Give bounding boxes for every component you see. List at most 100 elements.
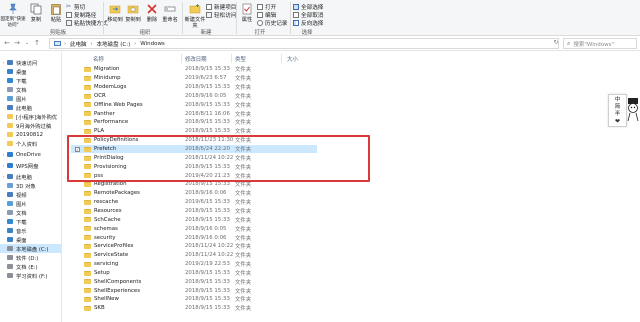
- address-box[interactable]: › 此电脑 › 本地磁盘 (C:) › Windows: [49, 38, 559, 49]
- file-row[interactable]: SchCache 2018/9/15 15:33 文件夹: [71, 215, 317, 224]
- file-row[interactable]: PolicyDefinitions 2018/11/23 11:30 文件夹: [71, 136, 317, 145]
- column-header-type[interactable]: 类型: [235, 54, 246, 63]
- chevron-right-icon[interactable]: ›: [1, 60, 6, 65]
- nav-item[interactable]: › WPS网盘: [0, 161, 61, 170]
- nav-item[interactable]: 文档 (E:): [0, 262, 61, 271]
- column-separator[interactable]: [281, 54, 282, 63]
- file-row[interactable]: ModemLogs 2018/9/15 15:33 文件夹: [71, 83, 317, 92]
- file-type: 文件夹: [235, 297, 252, 304]
- file-row[interactable]: ✓ Prefetch 2018/6/24 22:20 文件夹: [71, 144, 317, 154]
- column-header-size[interactable]: 大小: [287, 54, 298, 63]
- file-row[interactable]: rescache 2019/6/15 15:33 文件夹: [71, 198, 317, 207]
- file-row[interactable]: Registration 2018/9/15 15:33 文件夹: [71, 180, 317, 189]
- file-row[interactable]: pss 2019/4/20 21:23 文件夹: [71, 171, 317, 180]
- file-row[interactable]: Provisioning 2018/9/15 15:33 文件夹: [71, 162, 317, 171]
- file-row[interactable]: security 2018/9/16 0:06 文件夹: [71, 233, 317, 242]
- file-row[interactable]: SKB 2018/9/15 15:33 文件夹: [71, 304, 317, 313]
- invert-selection-icon: [293, 20, 299, 26]
- nav-item[interactable]: › 快速访问: [0, 58, 61, 67]
- column-header-date[interactable]: 修改日期: [185, 54, 207, 63]
- select-none-button[interactable]: 全部取消: [293, 11, 323, 19]
- file-row[interactable]: Resources 2018/9/15 15:33 文件夹: [71, 207, 317, 216]
- file-row[interactable]: RemotePackages 2018/9/16 0:06 文件夹: [71, 189, 317, 198]
- open-button[interactable]: 打开: [257, 3, 276, 11]
- copy-path-button[interactable]: 复制路径: [66, 11, 96, 19]
- nav-item[interactable]: 个人资料: [0, 139, 61, 148]
- file-row[interactable]: Offline Web Pages 2018/9/15 15:33 文件夹: [71, 100, 317, 109]
- file-row[interactable]: servicing 2019/2/19 22:53 文件夹: [71, 260, 317, 269]
- recent-locations-button[interactable]: ⌄: [23, 39, 31, 47]
- history-button[interactable]: 历史记录: [257, 19, 287, 27]
- file-row[interactable]: Migration 2018/9/15 15:33 文件夹: [71, 65, 317, 74]
- file-row[interactable]: ShellComponents 2018/9/15 15:33 文件夹: [71, 277, 317, 286]
- file-row[interactable]: ServiceState 2018/11/24 10:22 文件夹: [71, 251, 317, 260]
- nav-item[interactable]: 视频: [0, 190, 61, 199]
- file-date: 2018/8/11 16:06: [185, 110, 230, 117]
- nav-item[interactable]: 图片: [0, 94, 61, 103]
- chevron-right-icon[interactable]: ›: [1, 174, 6, 179]
- cut-button[interactable]: ✂ 剪切: [66, 3, 85, 12]
- forward-button[interactable]: →: [13, 39, 21, 47]
- nav-item[interactable]: 9月海外购过稿: [0, 121, 61, 130]
- new-item-button[interactable]: 新建项目: [206, 3, 236, 11]
- edit-button[interactable]: 编辑: [257, 11, 276, 19]
- nav-item[interactable]: 图片: [0, 199, 61, 208]
- nav-item[interactable]: › OneDrive: [0, 150, 61, 159]
- nav-item[interactable]: 此电脑: [0, 103, 61, 112]
- column-header-name[interactable]: 名称: [93, 54, 104, 63]
- file-row[interactable]: OCR 2018/9/16 0:05 文件夹: [71, 92, 317, 101]
- file-row[interactable]: PrintDialog 2018/11/24 10:22 文件夹: [71, 154, 317, 163]
- file-row[interactable]: Minidump 2019/6/23 6:57 文件夹: [71, 74, 317, 83]
- nav-item[interactable]: 桌面: [0, 67, 61, 76]
- properties-button[interactable]: 属性: [237, 0, 257, 23]
- nav-item[interactable]: 本地磁盘 (C:): [0, 244, 61, 253]
- pin-quick-access-button[interactable]: 固定到"快速访问": [0, 0, 26, 29]
- select-all-button[interactable]: 全部选择: [293, 3, 323, 11]
- column-separator[interactable]: [231, 54, 232, 63]
- nav-item[interactable]: 3D 对象: [0, 181, 61, 190]
- nav-item[interactable]: 下载: [0, 217, 61, 226]
- file-row[interactable]: schemas 2018/9/16 0:05 文件夹: [71, 224, 317, 233]
- copy-button[interactable]: 复制: [26, 0, 46, 23]
- breadcrumb-local-disk[interactable]: 本地磁盘 (C:): [97, 40, 131, 48]
- back-button[interactable]: ←: [3, 39, 11, 47]
- invert-selection-button[interactable]: 反向选择: [293, 19, 323, 27]
- file-row[interactable]: ShellExperiences 2018/9/15 15:33 文件夹: [71, 286, 317, 295]
- nav-item[interactable]: 文档: [0, 85, 61, 94]
- easy-access-button[interactable]: 轻松访问: [206, 11, 236, 19]
- file-row[interactable]: ShellNew 2018/9/15 15:33 文件夹: [71, 295, 317, 304]
- refresh-button[interactable]: ↻: [552, 39, 560, 47]
- nav-item-label: 此电脑: [16, 174, 32, 181]
- breadcrumb-this-pc[interactable]: 此电脑: [70, 40, 87, 48]
- copy-to-button[interactable]: 复制到: [123, 0, 143, 23]
- nav-item[interactable]: 文档: [0, 208, 61, 217]
- nav-item[interactable]: [小程序]海外购优: [0, 112, 61, 121]
- up-button[interactable]: ↑: [33, 39, 41, 47]
- search-input[interactable]: ⌕ 搜索"Windows": [563, 38, 637, 49]
- nav-item[interactable]: › 此电脑: [0, 172, 61, 181]
- nav-item[interactable]: 下载: [0, 76, 61, 85]
- file-row[interactable]: Setup 2018/9/15 15:33 文件夹: [71, 269, 317, 278]
- file-row[interactable]: Performance 2018/9/15 15:33 文件夹: [71, 118, 317, 127]
- chevron-right-icon[interactable]: ›: [1, 152, 6, 157]
- nav-item[interactable]: 软件 (D:): [0, 253, 61, 262]
- file-row[interactable]: ServiceProfiles 2018/11/24 10:22 文件夹: [71, 242, 317, 251]
- row-checkbox[interactable]: ✓: [75, 146, 80, 152]
- rename-button[interactable]: 重命名: [160, 0, 180, 23]
- column-separator[interactable]: [181, 54, 182, 63]
- paste-button[interactable]: 粘贴: [46, 0, 66, 23]
- chevron-right-icon[interactable]: ›: [1, 163, 6, 168]
- delete-button[interactable]: 删除: [142, 0, 162, 23]
- new-folder-button[interactable]: 新建文件夹: [184, 0, 206, 29]
- nav-item[interactable]: 桌面: [0, 235, 61, 244]
- new-folder-icon: [189, 4, 201, 14]
- move-to-button[interactable]: 移动到: [105, 0, 125, 23]
- nav-item[interactable]: 学习资料 (F:): [0, 271, 61, 280]
- paste-shortcut-button[interactable]: 粘贴快捷方式: [66, 19, 108, 27]
- nav-item[interactable]: 20190812: [0, 130, 61, 139]
- breadcrumb-windows[interactable]: Windows: [140, 41, 165, 47]
- nav-item[interactable]: 音乐: [0, 226, 61, 235]
- file-row[interactable]: Panther 2018/8/11 16:06 文件夹: [71, 109, 317, 118]
- ime-widget[interactable]: 中 简 半 ❤: [608, 94, 627, 127]
- file-row[interactable]: PLA 2018/9/15 15:33 文件夹: [71, 127, 317, 136]
